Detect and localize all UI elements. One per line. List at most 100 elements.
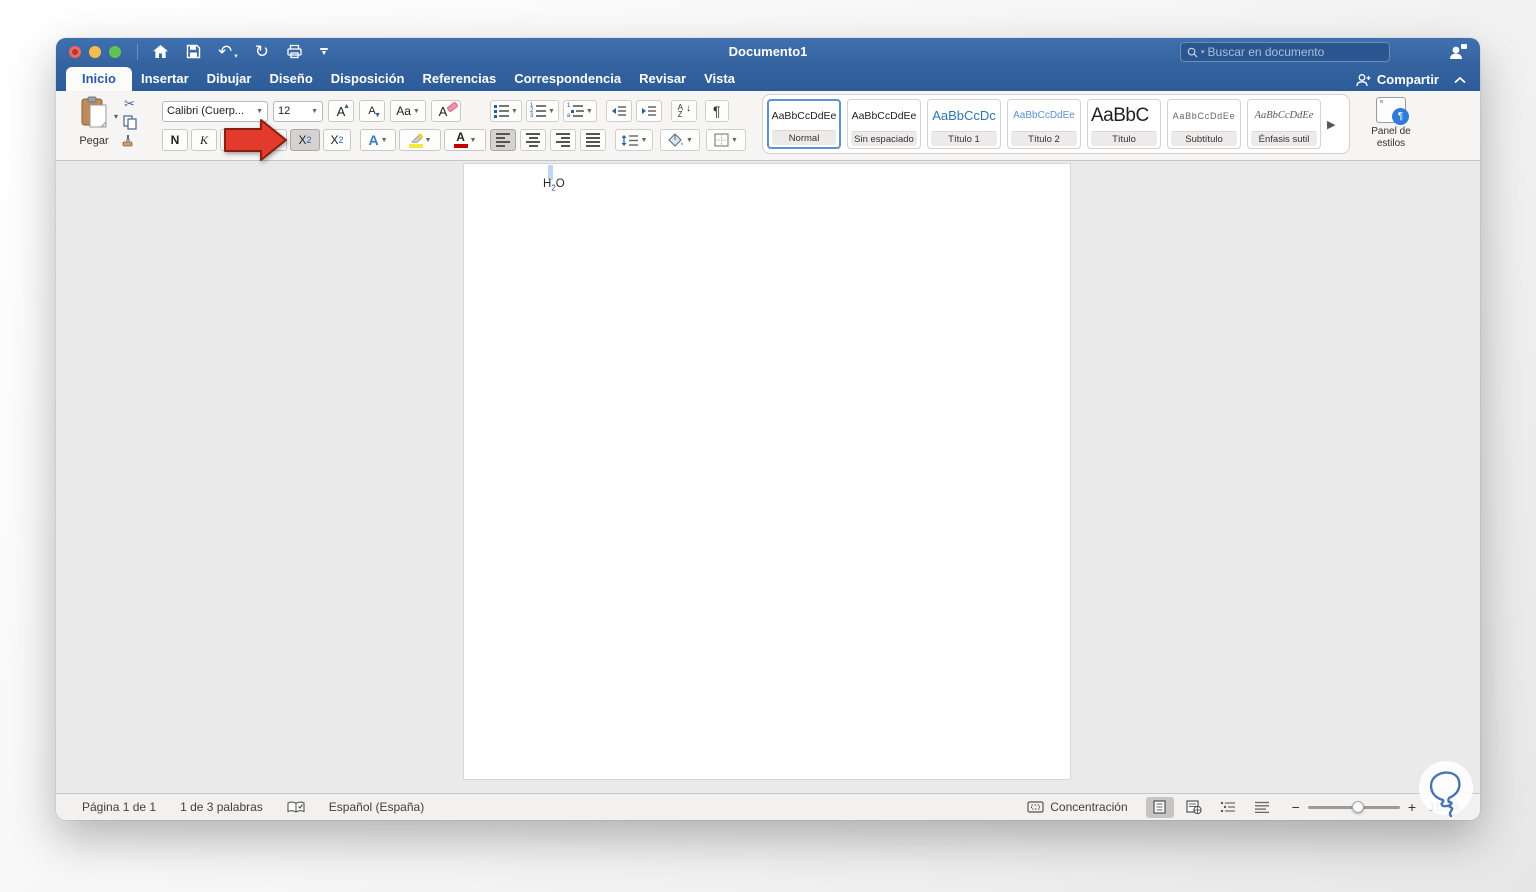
paste-button[interactable]: ▾ Pegar <box>68 96 120 147</box>
undo-icon[interactable]: ↶ <box>218 43 232 60</box>
styles-gallery: AaBbCcDdEe Normal AaBbCcDdEe Sin espacia… <box>762 94 1350 154</box>
save-icon[interactable] <box>186 44 201 59</box>
italic-button[interactable]: K <box>191 129 217 151</box>
close-button[interactable] <box>69 45 81 58</box>
grow-font-button[interactable]: A ▲ <box>328 100 354 122</box>
style-subtitulo[interactable]: AaBbCcDdEe Subtítulo <box>1167 99 1241 149</box>
tab-dibujar[interactable]: Dibujar <box>198 67 261 91</box>
tab-insertar[interactable]: Insertar <box>132 67 198 91</box>
zoom-slider-thumb[interactable] <box>1351 800 1364 813</box>
font-size-value: 12 <box>278 105 291 117</box>
spellcheck-icon[interactable] <box>287 801 305 814</box>
zoom-slider[interactable] <box>1307 800 1400 813</box>
style-normal[interactable]: AaBbCcDdEe Normal <box>767 99 841 149</box>
sort-button[interactable]: A Z ↓ <box>670 100 697 122</box>
watermark-logo <box>1419 761 1473 818</box>
search-input[interactable] <box>1207 45 1383 59</box>
document-text[interactable]: H2O <box>543 178 565 192</box>
formula-o: O <box>555 178 565 190</box>
tab-diseno[interactable]: Diseño <box>260 67 321 91</box>
style-sample: AaBbCcDdEe <box>851 109 917 122</box>
sort-arrow: ↓ <box>685 103 691 114</box>
collapse-ribbon-icon[interactable] <box>1454 76 1466 84</box>
style-sample: AaBbC <box>1091 104 1149 126</box>
align-left-button[interactable] <box>490 129 516 151</box>
highlighter-icon <box>408 132 423 148</box>
minimize-button[interactable] <box>89 45 101 58</box>
zoom-in-button[interactable]: + <box>1408 800 1416 814</box>
tab-correspondencia[interactable]: Correspondencia <box>505 67 630 91</box>
search-icon <box>1187 47 1198 58</box>
line-spacing-button[interactable]: ▼ <box>615 129 653 151</box>
page-indicator[interactable]: Página 1 de 1 <box>82 800 156 814</box>
language-indicator[interactable]: Español (España) <box>329 800 424 814</box>
word-count[interactable]: 1 de 3 palabras <box>180 800 263 814</box>
subscript-button[interactable]: X2 <box>290 129 320 151</box>
multilevel-list-button[interactable]: 1 a ▼ <box>562 100 597 122</box>
font-name-value: Calibri (Cuerp... <box>167 105 245 117</box>
feedback-person-icon[interactable] <box>1448 42 1468 65</box>
fullscreen-button[interactable] <box>109 45 121 58</box>
undo-dropdown-caret[interactable]: ▾ <box>234 52 238 60</box>
styles-pane-label: Panel de estilos <box>1371 126 1411 149</box>
cut-icon[interactable]: ✂ <box>124 97 135 111</box>
focus-mode-button[interactable]: Concentración <box>1027 800 1128 814</box>
superscript-2: 2 <box>338 135 344 145</box>
numbering-button[interactable]: 1 2 3 ▼ <box>525 100 559 122</box>
borders-button[interactable]: ▼ <box>706 129 746 151</box>
superscript-x: X <box>330 133 339 147</box>
style-label: Título 1 <box>931 131 997 146</box>
toolbar-options-icon[interactable]: ▼ <box>320 47 329 57</box>
decrease-indent-button[interactable] <box>605 100 632 122</box>
align-center-button[interactable] <box>520 129 546 151</box>
styles-pane-button[interactable]: ¶ Panel de estilos <box>1358 97 1424 150</box>
bold-button[interactable]: N <box>162 129 188 151</box>
outline-view-button[interactable] <box>1214 797 1242 818</box>
pilcrow-icon: ¶ <box>713 103 721 119</box>
subscript-2: 2 <box>306 135 312 145</box>
format-painter-icon[interactable] <box>122 134 137 148</box>
tab-disposicion[interactable]: Disposición <box>322 67 414 91</box>
tab-inicio[interactable]: Inicio <box>66 67 132 91</box>
justify-button[interactable] <box>580 129 606 151</box>
zoom-out-button[interactable]: − <box>1292 800 1300 814</box>
web-layout-view-button[interactable] <box>1180 797 1208 818</box>
style-titulo-2[interactable]: AaBbCcDdEe Título 2 <box>1007 99 1081 149</box>
copy-icon[interactable] <box>122 115 137 130</box>
clear-formatting-button[interactable]: A <box>431 100 461 122</box>
redo-icon[interactable]: ↻ <box>255 43 269 60</box>
text-effects-button[interactable]: A ▼ <box>360 129 396 151</box>
share-button[interactable]: Compartir <box>1355 72 1439 87</box>
titlebar[interactable]: ↶ ▾ ↻ ▼ Documento1 ▾ <box>56 38 1480 65</box>
style-sin-espaciado[interactable]: AaBbCcDdEe Sin espaciado <box>847 99 921 149</box>
tab-referencias[interactable]: Referencias <box>413 67 505 91</box>
clipboard-icon <box>81 96 107 128</box>
style-enfasis-sutil[interactable]: AaBbCcDdEe Énfasis sutil <box>1247 99 1321 149</box>
align-right-button[interactable] <box>550 129 576 151</box>
tab-revisar[interactable]: Revisar <box>630 67 695 91</box>
change-case-button[interactable]: Aa ▼ <box>390 100 426 122</box>
document-workspace: H2O <box>56 161 1480 793</box>
show-paragraph-marks-button[interactable]: ¶ <box>704 100 729 122</box>
tab-vista[interactable]: Vista <box>695 67 744 91</box>
home-icon[interactable] <box>152 44 169 59</box>
style-titulo-1[interactable]: AaBbCcDc Título 1 <box>927 99 1001 149</box>
search-scope-caret[interactable]: ▾ <box>1201 48 1205 56</box>
font-color-button[interactable]: A ▼ <box>444 129 486 151</box>
highlight-button[interactable]: ▼ <box>399 129 441 151</box>
styles-gallery-expand-icon[interactable]: ▶ <box>1327 118 1335 131</box>
search-box[interactable]: ▾ <box>1180 42 1390 62</box>
paste-dropdown-caret[interactable]: ▾ <box>114 112 118 121</box>
paint-bucket-icon <box>668 133 683 147</box>
shrink-font-button[interactable]: A ▼ <box>359 100 385 122</box>
increase-indent-button[interactable] <box>635 100 662 122</box>
superscript-button[interactable]: X2 <box>323 129 351 151</box>
document-page[interactable]: H2O <box>463 163 1071 780</box>
print-layout-view-button[interactable] <box>1145 796 1174 818</box>
print-icon[interactable] <box>286 44 303 59</box>
style-label: Subtítulo <box>1171 131 1237 146</box>
bullets-button[interactable]: ▼ <box>490 100 522 122</box>
draft-view-button[interactable] <box>1248 797 1276 818</box>
style-titulo[interactable]: AaBbC Título <box>1087 99 1161 149</box>
shading-button[interactable]: ▼ <box>660 129 700 151</box>
